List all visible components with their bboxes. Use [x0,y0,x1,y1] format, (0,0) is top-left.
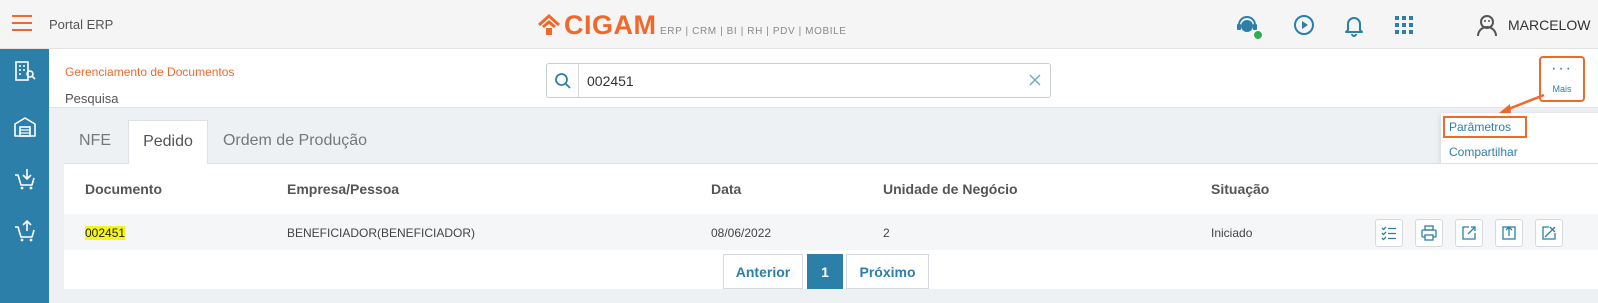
online-status-dot [1253,30,1263,40]
close-export-icon [1542,226,1556,240]
user-name[interactable]: MARCELOW [1508,17,1590,33]
logo-text: CIGAM [564,9,657,40]
more-dots-icon: ··· [1551,60,1573,77]
portal-title: Portal ERP [49,17,114,32]
edit-export-icon [1462,226,1476,240]
upload-icon [1502,226,1516,240]
edit-export-button[interactable] [1455,219,1483,247]
top-bar: Portal ERP CIGAM ERP | CRM | BI | RH | P… [0,0,1598,49]
cell-data: 08/06/2022 [711,226,772,240]
clear-search-icon[interactable] [1028,73,1042,87]
column-header-documento[interactable]: Documento [85,181,162,197]
logo-subtitle: ERP | CRM | BI | RH | PDV | MOBILE [660,26,847,37]
play-circle-icon[interactable] [1291,12,1317,38]
tab-ordem-de-producao[interactable]: Ordem de Produção [210,120,380,164]
cell-empresa: BENEFICIADOR(BENEFICIADOR) [287,226,476,240]
search-match-highlight: 002451 [85,226,126,240]
cart-upload-icon[interactable] [13,219,37,243]
cell-situacao: Iniciado [1211,226,1253,240]
search-icon [554,72,571,89]
apps-grid-icon[interactable] [1391,12,1417,38]
search-button[interactable] [547,64,579,97]
cigam-logo-icon [538,14,560,35]
cell-documento[interactable]: 002451 [85,226,126,240]
bell-icon[interactable] [1341,12,1367,38]
page-title: Pesquisa [65,91,119,106]
cart-download-icon[interactable] [13,167,37,191]
user-avatar-icon[interactable] [1474,12,1500,38]
search-box [546,63,1051,98]
column-header-data[interactable]: Data [711,181,741,197]
warehouse-icon[interactable] [13,115,37,139]
close-export-button[interactable] [1535,219,1563,247]
tab-pedido[interactable]: Pedido [128,120,208,164]
sidebar [0,49,49,303]
building-search-icon[interactable] [13,59,37,83]
printer-icon [1421,225,1437,241]
upload-button[interactable] [1495,219,1523,247]
column-header-unidade[interactable]: Unidade de Negócio [883,181,1018,197]
pagination-next[interactable]: Próximo [846,254,929,289]
pagination-previous[interactable]: Anterior [723,254,803,289]
column-header-situacao[interactable]: Situação [1211,181,1269,197]
annotation-highlight [1443,116,1527,138]
cigam-logo[interactable]: CIGAM [538,9,657,40]
more-button-label: Mais [1552,84,1572,94]
tab-nfe[interactable]: NFE [64,120,126,164]
pagination-page-1[interactable]: 1 [807,254,843,289]
menu-item-compartilhar[interactable]: Compartilhar [1449,145,1518,159]
print-button[interactable] [1415,219,1443,247]
checklist-icon [1381,226,1396,241]
breadcrumb[interactable]: Gerenciamento de Documentos [65,65,234,79]
cell-unidade: 2 [883,226,890,240]
checklist-button[interactable] [1375,219,1403,247]
column-header-empresa[interactable]: Empresa/Pessoa [287,181,399,197]
menu-icon[interactable] [12,15,32,31]
search-input[interactable] [587,71,1007,91]
